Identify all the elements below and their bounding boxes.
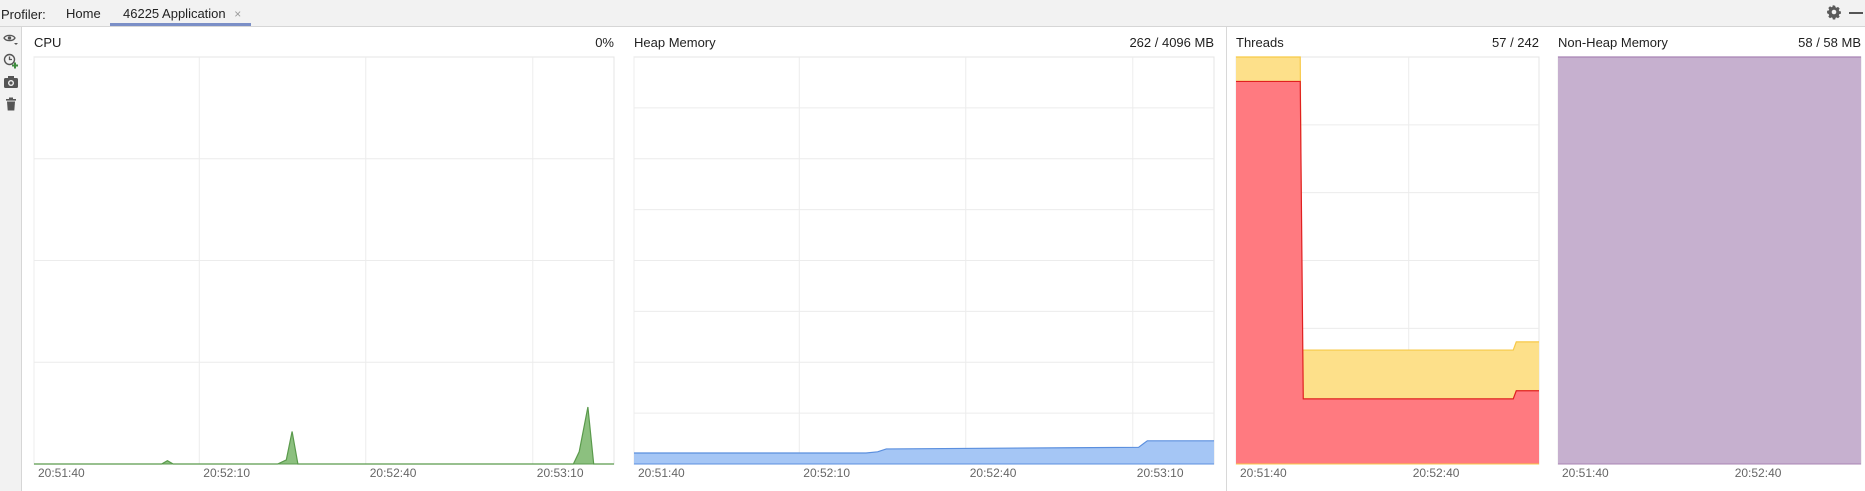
x-tick-label: 20:51:40 <box>38 466 85 480</box>
x-tick-label: 20:53:10 <box>1137 466 1184 480</box>
tab-application[interactable]: 46225 Application × <box>110 0 251 26</box>
trash-icon[interactable] <box>3 96 19 112</box>
series-area <box>1558 57 1861 464</box>
x-tick-label: 20:52:40 <box>370 466 417 480</box>
heap-chart: 20:51:40 20:52:10 20:52:40 20:53:10 <box>633 56 1215 480</box>
heap-panel: Heap Memory 262 / 4096 MB 20:51:40 20:52:… <box>633 27 1215 491</box>
minimize-icon[interactable] <box>1849 12 1863 14</box>
x-tick-label: 20:51:40 <box>1240 466 1287 480</box>
tab-application-label: 46225 Application <box>123 6 226 21</box>
x-tick-label: 20:52:10 <box>203 466 250 480</box>
x-tick-label: 20:53:10 <box>537 466 584 480</box>
x-tick-label: 20:52:40 <box>1735 466 1782 480</box>
add-process-icon[interactable] <box>3 53 19 69</box>
cpu-panel: CPU 0% 20:51:40 20:52:10 20:52:40 20:53:10 <box>33 27 615 491</box>
profiler-label: Profiler: <box>1 7 46 22</box>
tab-home-label: Home <box>66 6 101 21</box>
close-icon[interactable]: × <box>234 7 241 21</box>
profiler-tab-bar: Profiler: Home 46225 Application × <box>0 0 1865 27</box>
x-tick-label: 20:52:10 <box>803 466 850 480</box>
cpu-chart: 20:51:40 20:52:10 20:52:40 20:53:10 <box>33 56 615 480</box>
left-toolbar <box>0 27 22 491</box>
x-tick-label: 20:51:40 <box>638 466 685 480</box>
series-line <box>34 406 614 465</box>
threads-panel: Threads 57 / 242 20:51:40 20:52:40 <box>1235 27 1540 491</box>
eye-dropdown-icon[interactable] <box>3 31 19 47</box>
camera-icon[interactable] <box>3 74 19 90</box>
tab-home[interactable]: Home <box>56 0 108 26</box>
x-tick-label: 20:52:40 <box>970 466 1017 480</box>
nonheap-panel: Non-Heap Memory 58 / 58 MB 20:51:40 20:52… <box>1557 27 1862 491</box>
nonheap-chart: 20:51:40 20:52:40 <box>1557 56 1862 480</box>
series-area <box>1236 81 1539 465</box>
panel-divider <box>1226 27 1227 491</box>
threads-chart: 20:51:40 20:52:40 <box>1235 56 1540 480</box>
gear-icon[interactable] <box>1826 4 1842 20</box>
series-area <box>634 440 1214 464</box>
x-tick-label: 20:52:40 <box>1413 466 1460 480</box>
series-area <box>34 407 614 464</box>
x-tick-label: 20:51:40 <box>1562 466 1609 480</box>
